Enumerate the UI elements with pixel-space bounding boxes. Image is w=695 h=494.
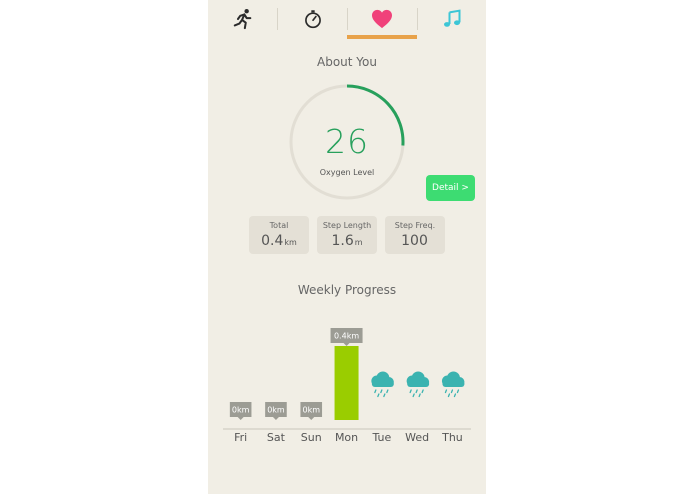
chart-data-label: 0.4km: [334, 332, 359, 341]
rain-cloud-icon: [406, 371, 430, 398]
stat-value: 100: [401, 233, 428, 249]
chart-tick-label: Thu: [442, 431, 463, 444]
stopwatch-icon: [304, 10, 321, 29]
tab-health[interactable]: [347, 0, 417, 38]
chart-data-label: 0km: [302, 406, 320, 415]
stat-value: 0.4km: [261, 233, 297, 249]
stat-label: Total: [269, 221, 289, 230]
phone-screen: About You 26 Oxygen Level Detail > Total…: [208, 0, 486, 494]
section-title: About You: [317, 55, 377, 69]
stat-total: Total 0.4km: [249, 216, 309, 254]
weekly-bar-chart: 0km 0km 0km 0.4km: [223, 328, 471, 430]
detail-button[interactable]: Detail >: [426, 175, 475, 201]
stat-step-length: Step Length 1.6m: [317, 216, 377, 254]
tab-timer[interactable]: [278, 0, 347, 38]
chart-tick-label: Fri: [234, 431, 248, 444]
chart-tick-label: Sat: [266, 431, 285, 444]
stat-value: 1.6m: [331, 233, 363, 249]
tab-music[interactable]: [417, 0, 486, 38]
chart-tick-label: Wed: [405, 431, 430, 444]
active-tab-indicator: [347, 35, 417, 39]
chart-data-label-pointer: [308, 417, 315, 420]
heart-icon: [372, 9, 392, 29]
stat-unit: km: [284, 238, 297, 247]
stat-step-freq: Step Freq. 100: [385, 216, 445, 254]
chart-data-label: 0km: [232, 406, 250, 415]
tab-activity[interactable]: [208, 0, 278, 38]
stat-label: Step Freq.: [394, 221, 436, 230]
oxygen-label: Oxygen Level: [319, 168, 375, 177]
chart-data-label-pointer: [272, 417, 279, 420]
chart-tick-label: Mon: [334, 431, 359, 444]
oxygen-value: 26: [325, 122, 369, 161]
chart-data-label-pointer: [343, 343, 350, 346]
chart-data-label: 0km: [267, 406, 285, 415]
chart-tick-label: Tue: [372, 431, 392, 444]
rain-cloud-icon: [441, 371, 465, 398]
stat-unit: m: [354, 238, 363, 247]
weekly-title: Weekly Progress: [297, 283, 397, 297]
chart-tick-label: Sun: [300, 431, 322, 444]
chart-data-label-pointer: [237, 417, 244, 420]
music-note-icon: [443, 9, 460, 27]
stat-label: Step Length: [322, 221, 372, 230]
runner-icon: [233, 9, 252, 30]
rain-cloud-icon: [371, 371, 394, 398]
chart-bar: [334, 346, 359, 420]
